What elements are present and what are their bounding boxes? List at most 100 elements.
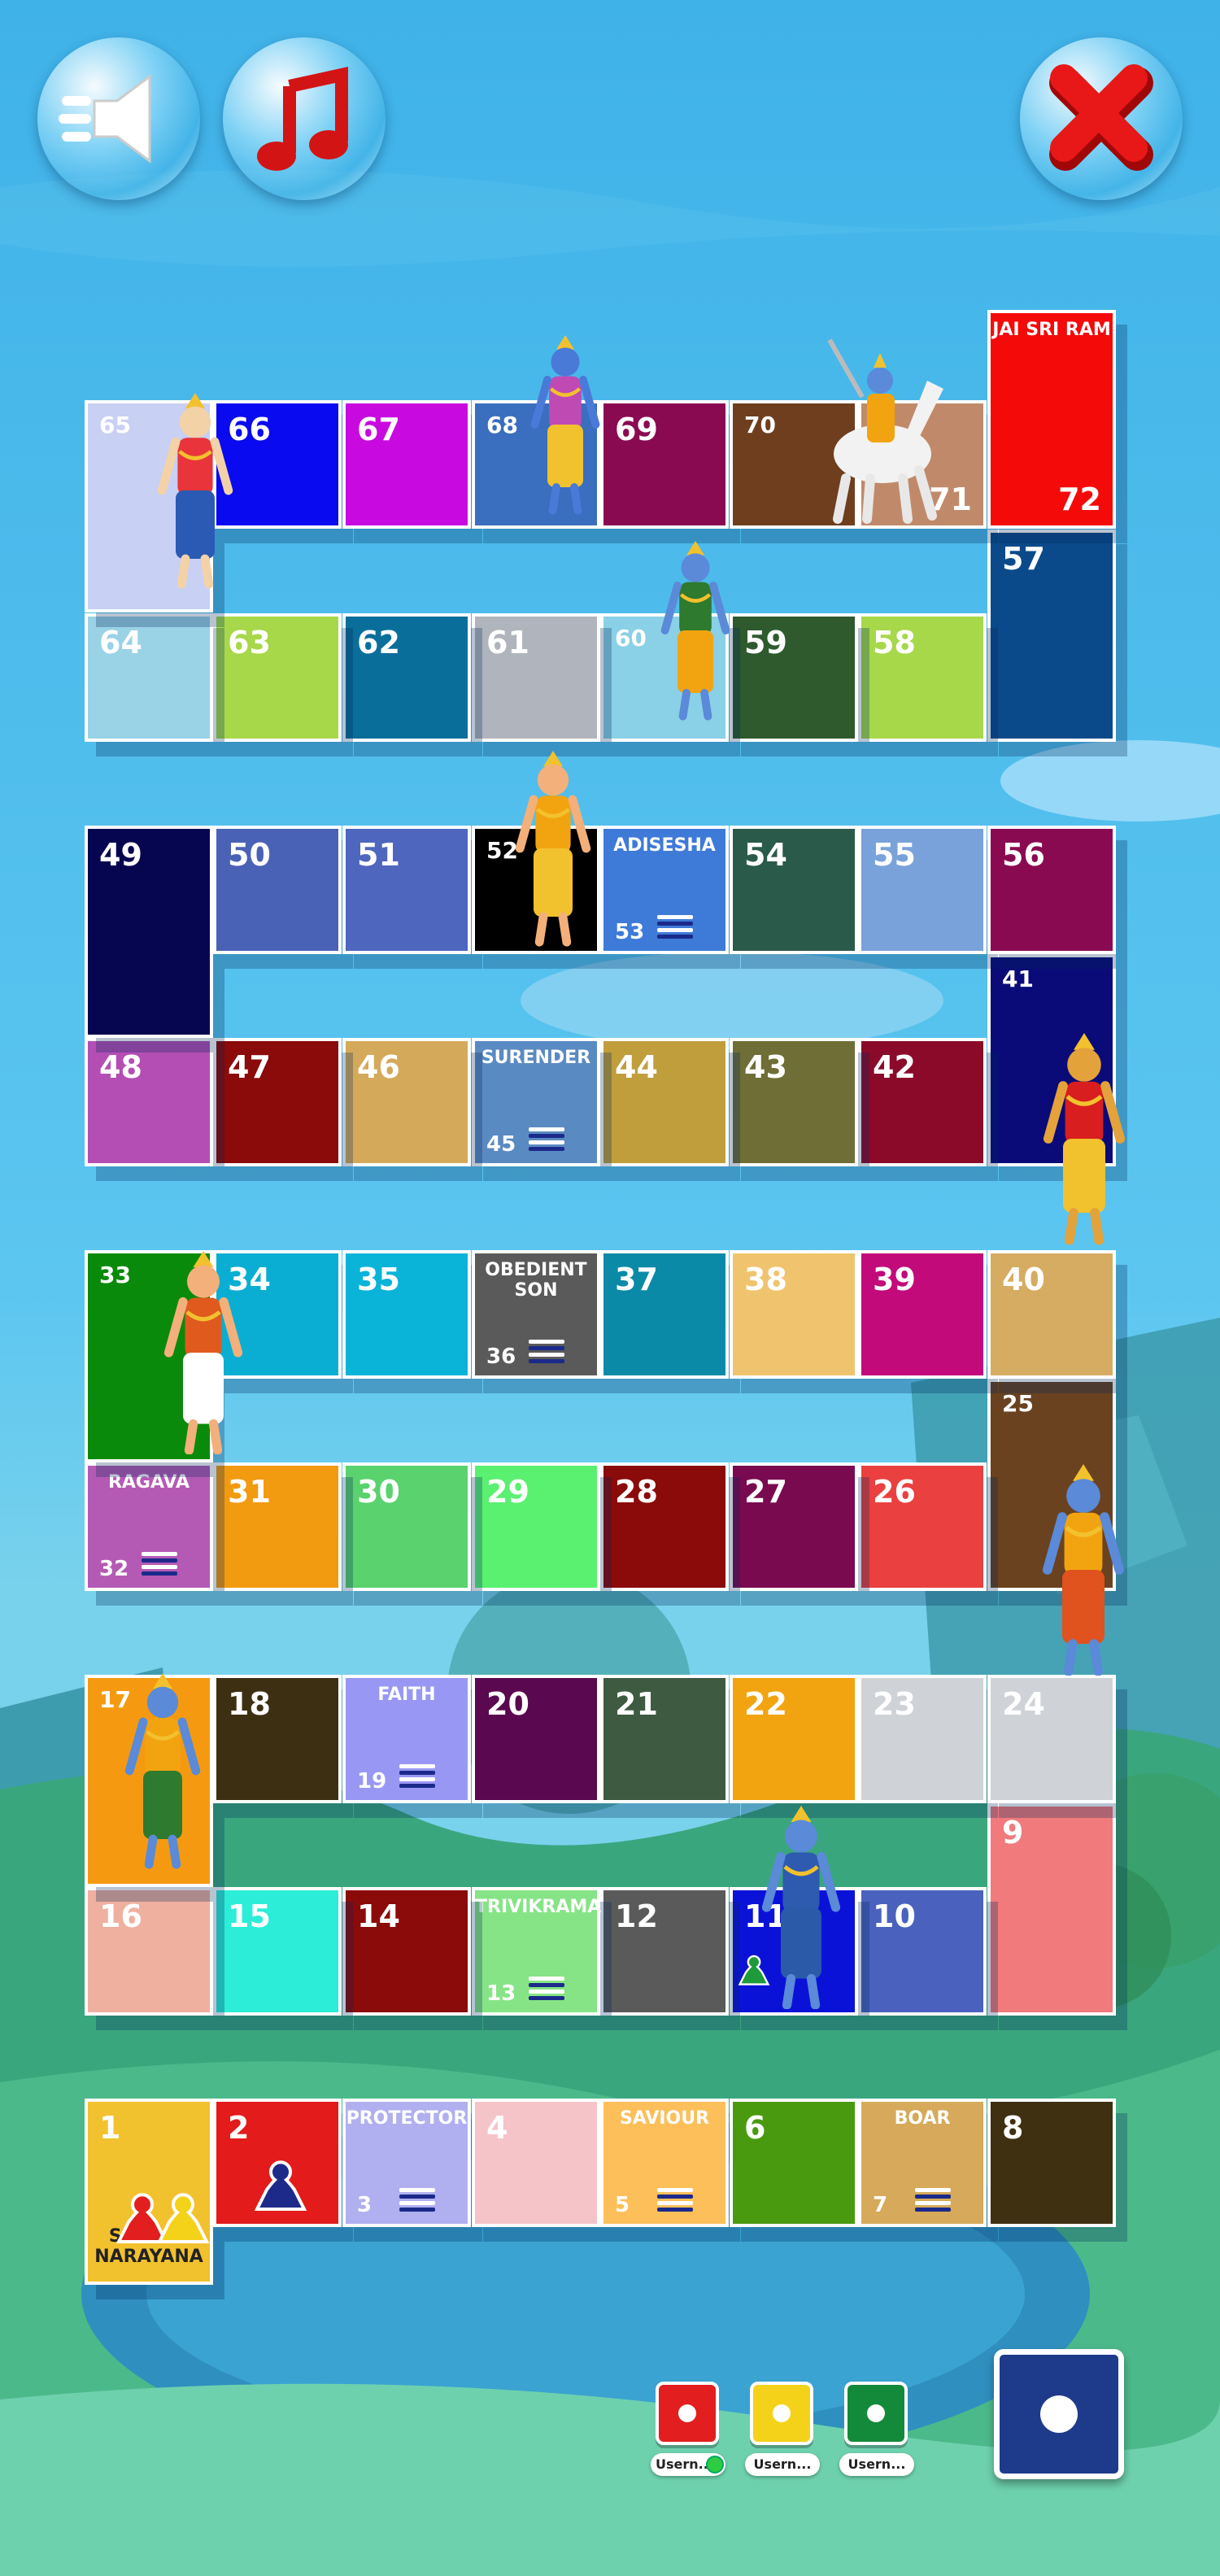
board-cell-50: 50 [213, 826, 342, 954]
player-die [844, 2382, 908, 2445]
board-cell-28: 28 [600, 1462, 729, 1591]
cell-title: JAI SRI RAM [992, 320, 1111, 341]
blue-pawn-icon[interactable] [252, 2155, 309, 2212]
board-cell-19: 19 FAITH [342, 1675, 471, 1803]
cell-number: 4 [486, 2110, 508, 2146]
cell-number: 69 [615, 412, 658, 447]
board-cell-15: 15 [213, 1887, 342, 2016]
board-cell-51: 51 [342, 826, 471, 954]
board-cell-57: 57 [987, 530, 1116, 743]
board-cell-10: 10 [858, 1887, 987, 2016]
ladder-marker-icon [529, 1977, 564, 2001]
ladder-marker-icon [142, 1552, 177, 1576]
cell-title: TRIVIKRAMA [475, 1897, 602, 1917]
board-cell-16: 16 [85, 1887, 213, 2016]
cell-number: 48 [99, 1049, 142, 1085]
cell-number: 60 [615, 625, 647, 652]
board-cell-27: 27 [730, 1462, 858, 1591]
cell-number: 16 [99, 1898, 142, 1934]
cell-number: 35 [357, 1262, 400, 1297]
ladder-marker-icon [399, 2188, 435, 2212]
board-cell-5: 5 SAVIOUR [600, 2099, 729, 2227]
roll-dice-button[interactable] [994, 2349, 1124, 2479]
cell-number: 37 [615, 1262, 658, 1297]
cell-number: 10 [873, 1898, 916, 1934]
ladder-marker-icon [529, 1340, 564, 1364]
cell-number: 30 [357, 1474, 400, 1510]
cell-number: 53 [615, 920, 645, 944]
cell-title: SAVIOUR [619, 2108, 710, 2129]
cell-number: 43 [744, 1049, 787, 1085]
cell-number: 41 [1002, 965, 1034, 993]
board-cell-6: 6 [730, 2099, 858, 2227]
cell-number: 9 [1002, 1815, 1024, 1851]
board-cell-9: 9 [987, 1803, 1116, 2016]
board-cell-36: 36 OBEDIENT SON [472, 1250, 600, 1379]
green-pawn-icon[interactable] [737, 1952, 771, 1986]
board-cell-4: 4 [472, 2099, 600, 2227]
cell-number: 31 [228, 1474, 271, 1510]
cell-number: 45 [486, 1132, 516, 1157]
cell-title: PROTECTOR [346, 2108, 468, 2129]
board-cell-67: 67 [342, 400, 471, 529]
board-cell-69: 69 [600, 400, 729, 529]
ladder-marker-icon [915, 2188, 951, 2212]
cell-number: 24 [1002, 1686, 1045, 1722]
cell-number: 62 [357, 625, 400, 660]
cell-title: OBEDIENT SON [485, 1260, 587, 1301]
cell-number: 32 [99, 1557, 129, 1581]
online-status-icon [706, 2456, 724, 2474]
cell-number: 61 [486, 625, 529, 660]
board-cell-8: 8 [987, 2099, 1116, 2227]
cell-number: 65 [99, 412, 131, 438]
rama-avatar-icon [660, 541, 730, 721]
board-cell-13: 13 TRIVIKRAMA [472, 1887, 602, 2016]
board-cell-46: 46 [342, 1038, 471, 1166]
narasimha-avatar-icon [1043, 1033, 1126, 1244]
cell-number: 18 [228, 1686, 271, 1722]
cell-number: 23 [873, 1686, 916, 1722]
cell-number: 51 [357, 837, 400, 873]
cell-number: 8 [1002, 2110, 1024, 2146]
board-cell-53: 53 ADISESHA [600, 826, 729, 954]
board-cell-12: 12 [600, 1887, 729, 2016]
cell-number: 40 [1002, 1262, 1045, 1297]
cell-number: 44 [615, 1049, 658, 1085]
cell-number: 22 [744, 1686, 787, 1722]
board-cell-32: 32 RAGAVA [85, 1462, 213, 1591]
board-cell-72: 72 JAI SRI RAM [987, 310, 1116, 530]
board-cell-58: 58 [858, 613, 987, 742]
cell-number: 25 [1002, 1390, 1034, 1418]
board-cell-42: 42 [858, 1038, 987, 1166]
cell-number: 59 [744, 625, 787, 660]
balarama-avatar-icon [157, 393, 233, 589]
board-cell-26: 26 [858, 1462, 987, 1591]
board-cell-24: 24 [987, 1675, 1116, 1803]
kurma-avatar-icon [124, 1673, 201, 1869]
cell-number: 55 [873, 837, 916, 873]
player-die [656, 2382, 719, 2445]
cell-number: 27 [744, 1474, 787, 1510]
ladder-marker-icon [657, 2188, 693, 2212]
cell-number: 54 [744, 837, 787, 873]
cell-title: SURENDER [481, 1048, 591, 1068]
board-cell-63: 63 [213, 613, 342, 742]
cell-number: 3 [357, 2193, 373, 2217]
vamana-avatar-icon [163, 1251, 243, 1454]
board-cell-39: 39 [858, 1250, 987, 1379]
cell-number: 67 [357, 412, 400, 447]
die-pip-icon [678, 2404, 696, 2422]
board-cell-56: 56 [987, 826, 1116, 954]
cell-title: FAITH [377, 1685, 436, 1705]
cell-number: 46 [357, 1049, 400, 1085]
cell-number: 29 [486, 1474, 529, 1510]
board-cell-29: 29 [472, 1462, 600, 1591]
cell-number: 64 [99, 625, 142, 660]
board-cell-23: 23 [858, 1675, 987, 1803]
yellow-pawn-icon[interactable] [155, 2188, 211, 2245]
board-cell-45: 45 SURENDER [472, 1038, 600, 1166]
board-cell-43: 43 [730, 1038, 858, 1166]
board-cell-38: 38 [730, 1250, 858, 1379]
hayagriva-avatar-icon [1042, 1464, 1125, 1676]
cell-number: 68 [486, 412, 518, 438]
